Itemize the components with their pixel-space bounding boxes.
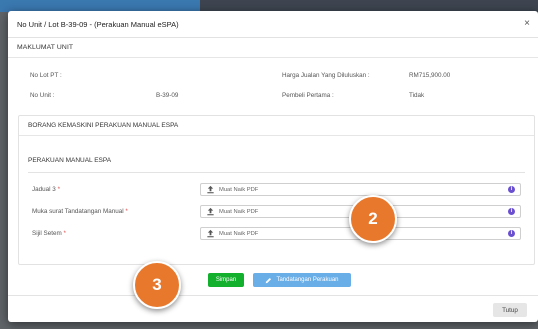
divider [28,172,525,173]
unit-label: No Unit : [30,92,55,99]
simpan-button[interactable]: Simpan [208,273,244,287]
field-label-jadual: Jadual 3 * [32,186,61,193]
field-label-muka-surat: Muka surat Tandatangan Manual * [32,208,128,215]
upload-placeholder: Muat Naik PDF [219,186,259,193]
upload-icon [207,185,214,194]
field-label-sijil-setem: Sijil Setem * [32,230,66,237]
borang-card: BORANG KEMASKINI PERAKUAN MANUAL ESPA PE… [18,115,535,265]
harga-label: Harga Jualan Yang Diluluskan : [282,72,370,79]
pembeli-label: Pembeli Pertama : [282,92,334,99]
info-icon[interactable]: i [508,230,515,237]
modal-header: No Unit / Lot B-39-09 - (Perakuan Manual… [8,11,538,38]
pembeli-value: Tidak [409,92,425,99]
harga-value: RM715,900.00 [409,72,451,79]
perakuan-subheading: PERAKUAN MANUAL ESPA [28,157,112,164]
perakuan-modal: No Unit / Lot B-39-09 - (Perakuan Manual… [8,11,538,322]
info-icon[interactable]: i [508,186,515,193]
lot-pt-label: No Lot PT : [30,72,62,79]
borang-heading: BORANG KEMASKINI PERAKUAN MANUAL ESPA [19,116,534,136]
pencil-icon [266,277,272,283]
jadual-upload-input[interactable]: Muat Naik PDF i [200,183,521,196]
info-icon[interactable]: i [508,208,515,215]
annotation-badge-2: 2 [349,195,397,243]
upload-icon [207,229,214,238]
close-icon[interactable]: × [524,19,530,29]
tandatangan-perakuan-button[interactable]: Tandatangan Perakuan [253,273,351,287]
tandatangan-label: Tandatangan Perakuan [276,277,339,283]
modal-title: No Unit / Lot B-39-09 - (Perakuan Manual… [17,19,179,29]
upload-placeholder: Muat Naik PDF [219,208,259,215]
upload-icon [207,207,214,216]
upload-placeholder: Muat Naik PDF [219,230,259,237]
maklumat-unit-heading: MAKLUMAT UNIT [8,38,538,58]
annotation-badge-3: 3 [133,261,181,309]
unit-value: B-39-09 [156,92,179,99]
footer-divider [8,295,538,296]
tutup-button[interactable]: Tutup [493,303,527,317]
